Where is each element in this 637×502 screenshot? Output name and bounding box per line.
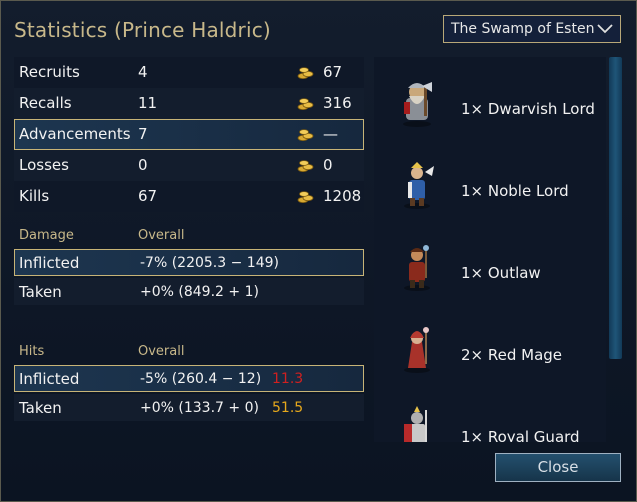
unit-row-royal-guard[interactable]: 1× Royal Guard (374, 398, 606, 442)
damage-taken-row[interactable]: Taken +0% (849.2 + 1) (14, 278, 364, 305)
red-mage-sprite (404, 327, 430, 373)
damage-overall-header: Overall (138, 228, 185, 243)
gold-coins-icon (297, 67, 314, 79)
stat-value: 67 (138, 187, 158, 205)
stat-cost: 1208 (323, 187, 362, 205)
noble-lord-sprite (404, 162, 434, 209)
units-scrollbar[interactable] (609, 57, 622, 359)
stat-value: 0 (138, 156, 148, 174)
damage-taken-label: Taken (19, 283, 62, 301)
stat-cost: 316 (323, 94, 352, 112)
hits-inflicted-ctk: 11.3 (272, 371, 304, 387)
hits-inflicted-value: -5% (260.4 − 12) (140, 371, 262, 387)
stat-value: 7 (138, 125, 148, 143)
summary-stats-table: Recruits 4 67 Recalls 11 316 Advancement… (14, 57, 364, 212)
damage-inflicted-value: -7% (2205.3 − 149) (140, 255, 279, 271)
stat-value: 11 (138, 94, 158, 112)
unit-name: 1× Outlaw (461, 264, 541, 282)
gold-coins-icon (297, 129, 314, 141)
hits-header: Hits (19, 344, 45, 359)
unit-name: 1× Dwarvish Lord (461, 100, 595, 118)
unit-name: 1× Noble Lord (461, 182, 569, 200)
dwarvish-lord-sprite (403, 82, 432, 127)
damage-inflicted-row[interactable]: Inflicted -7% (2205.3 − 149) (14, 249, 364, 276)
unit-name: 1× Royal Guard (461, 428, 580, 442)
damage-taken-value: +0% (849.2 + 1) (140, 284, 259, 300)
stat-label: Advancements (19, 125, 131, 143)
stat-label: Kills (19, 187, 50, 205)
hits-taken-value: +0% (133.7 + 0) (140, 400, 259, 416)
stat-row-recalls[interactable]: Recalls 11 316 (14, 88, 364, 119)
stat-label: Recruits (19, 63, 80, 81)
gold-coins-icon (297, 160, 314, 172)
statistics-dialog: Statistics (Prince Haldric) The Swamp of… (0, 0, 637, 502)
unit-name: 2× Red Mage (461, 346, 563, 364)
stat-row-advancements[interactable]: Advancements 7 — (14, 119, 364, 150)
unit-row-dwarvish-lord[interactable]: 1× Dwarvish Lord (374, 70, 606, 130)
damage-header: Damage (19, 228, 74, 243)
stat-row-kills[interactable]: Kills 67 1208 (14, 181, 364, 212)
unit-row-outlaw[interactable]: 1× Outlaw (374, 234, 606, 294)
hits-taken-row[interactable]: Taken +0% (133.7 + 0) 51.5 (14, 394, 364, 421)
chevron-down-icon (597, 24, 613, 34)
stat-value: 4 (138, 63, 148, 81)
unit-row-noble-lord[interactable]: 1× Noble Lord (374, 152, 606, 212)
gold-coins-icon (297, 98, 314, 110)
hits-inflicted-row[interactable]: Inflicted -5% (260.4 − 12) 11.3 (14, 365, 364, 392)
hits-taken-ctk: 51.5 (272, 400, 304, 416)
damage-inflicted-label: Inflicted (19, 254, 80, 272)
hits-inflicted-label: Inflicted (19, 370, 80, 388)
royal-guard-sprite (404, 406, 427, 442)
scenario-select[interactable]: The Swamp of Esten (443, 15, 621, 43)
outlaw-sprite (404, 245, 430, 291)
stat-label: Losses (19, 156, 69, 174)
hits-taken-label: Taken (19, 399, 62, 417)
close-button[interactable]: Close (495, 453, 621, 482)
scenario-select-value: The Swamp of Esten (451, 21, 595, 37)
dialog-title: Statistics (Prince Haldric) (14, 18, 271, 42)
stat-cost: 67 (323, 63, 343, 81)
stat-cost: — (323, 125, 338, 143)
units-list[interactable]: 1× Dwarvish Lord 1× Noble Lord 1× Outlaw… (374, 57, 606, 442)
gold-coins-icon (297, 191, 314, 203)
unit-row-red-mage[interactable]: 2× Red Mage (374, 316, 606, 376)
stat-row-recruits[interactable]: Recruits 4 67 (14, 57, 364, 88)
stat-row-losses[interactable]: Losses 0 0 (14, 150, 364, 181)
stat-label: Recalls (19, 94, 72, 112)
hits-overall-header: Overall (138, 344, 185, 359)
stat-cost: 0 (323, 156, 333, 174)
